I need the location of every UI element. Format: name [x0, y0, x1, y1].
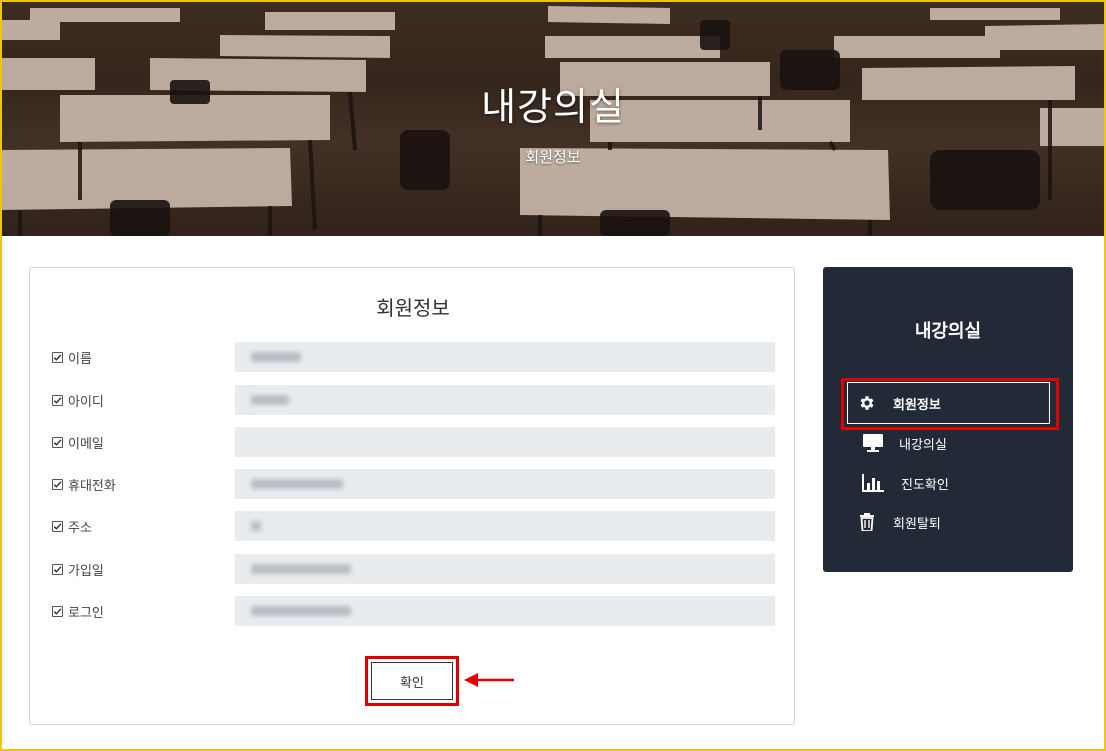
field-value-box[interactable] — [235, 596, 775, 626]
trash-icon — [853, 513, 881, 531]
field-row: 이메일 — [30, 427, 796, 463]
field-row: 로그인 — [30, 596, 796, 632]
checkbox-icon — [52, 606, 63, 617]
field-label: 가입일 — [52, 560, 104, 579]
arrow-left-icon — [464, 673, 514, 687]
hero-banner: 내강의실 회원정보 — [0, 0, 1106, 236]
field-row: 이름 — [30, 342, 796, 378]
confirm-highlight: 확인 — [365, 656, 459, 706]
confirm-button[interactable]: 확인 — [371, 662, 453, 700]
field-label-text: 아이디 — [68, 395, 104, 410]
field-value-box[interactable] — [235, 511, 775, 541]
field-value-box[interactable] — [235, 554, 775, 584]
sidebar-item-label: 진도확인 — [901, 477, 949, 493]
field-row: 아이디 — [30, 385, 796, 421]
field-label: 주소 — [52, 517, 92, 536]
field-label: 로그인 — [52, 602, 104, 621]
field-label-text: 주소 — [68, 521, 92, 536]
sidebar-item-member-info[interactable]: 회원정보 — [853, 382, 1053, 424]
checkbox-icon — [52, 564, 63, 575]
field-row: 휴대전화 — [30, 469, 796, 505]
sidebar: 내강의실 회원정보 내강의실 진도확인 회원탈퇴 — [823, 267, 1073, 572]
field-row: 주소 — [30, 511, 796, 547]
checkbox-icon — [52, 479, 63, 490]
member-info-card: 회원정보 이름아이디이메일휴대전화주소가입일로그인 확인 — [29, 267, 795, 725]
sidebar-item-my-classroom[interactable]: 내강의실 — [859, 422, 1059, 464]
redacted-value — [251, 606, 351, 616]
redacted-value — [251, 479, 343, 489]
field-row: 가입일 — [30, 554, 796, 590]
field-label: 이메일 — [52, 433, 104, 452]
field-label: 휴대전화 — [52, 475, 116, 494]
redacted-value — [251, 564, 351, 574]
redacted-value — [251, 352, 301, 362]
checkbox-icon — [52, 437, 63, 448]
field-label: 이름 — [52, 348, 92, 367]
sidebar-item-label: 회원정보 — [893, 397, 941, 413]
field-label-text: 이름 — [68, 352, 92, 367]
field-label-text: 이메일 — [68, 437, 104, 452]
bar-chart-icon — [859, 474, 887, 492]
sidebar-item-withdraw[interactable]: 회원탈퇴 — [853, 501, 1053, 543]
gear-icon — [853, 394, 881, 412]
field-label-text: 휴대전화 — [68, 479, 116, 494]
hero-title: 내강의실 — [481, 85, 625, 129]
field-value-box[interactable] — [235, 342, 775, 372]
redacted-value — [251, 521, 261, 531]
checkbox-icon — [52, 395, 63, 406]
sidebar-item-progress[interactable]: 진도확인 — [859, 462, 1059, 504]
checkbox-icon — [52, 521, 63, 532]
field-label-text: 로그인 — [68, 606, 104, 621]
sidebar-item-label: 내강의실 — [899, 437, 947, 453]
redacted-value — [251, 395, 289, 405]
hero-subtitle: 회원정보 — [525, 148, 581, 166]
field-value-box[interactable] — [235, 427, 775, 457]
field-value-box[interactable] — [235, 385, 775, 415]
sidebar-item-label: 회원탈퇴 — [893, 516, 941, 532]
sidebar-title: 내강의실 — [914, 321, 982, 342]
field-value-box[interactable] — [235, 469, 775, 499]
monitor-icon — [859, 433, 887, 453]
checkbox-icon — [52, 352, 63, 363]
field-label-text: 가입일 — [68, 564, 104, 579]
card-title: 회원정보 — [376, 296, 450, 320]
field-label: 아이디 — [52, 391, 104, 410]
